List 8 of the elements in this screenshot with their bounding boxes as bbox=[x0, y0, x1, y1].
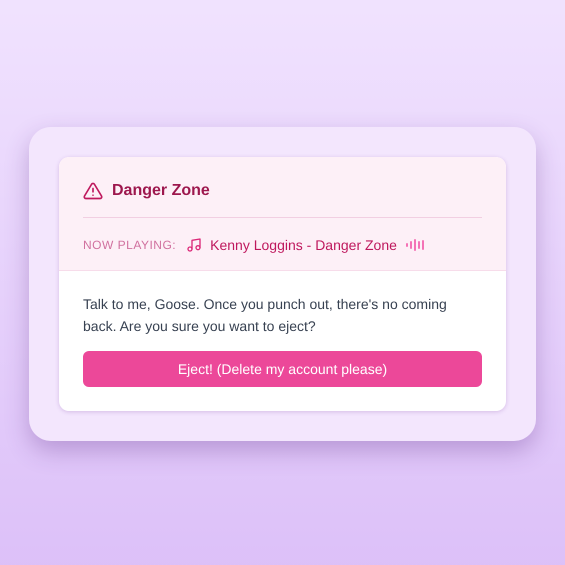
eject-button[interactable]: Eject! (Delete my account please) bbox=[83, 350, 482, 386]
sound-wave-icon bbox=[404, 238, 425, 252]
track-name: Kenny Loggins - Danger Zone bbox=[210, 236, 397, 252]
music-note-icon bbox=[186, 236, 202, 252]
dialog-message: Talk to me, Goose. Once you punch out, there's no coming back. Are you sure you want to eject? bbox=[83, 294, 448, 336]
dialog-title: Danger Zone bbox=[112, 182, 210, 200]
now-playing-label: NOW PLAYING: bbox=[83, 238, 176, 252]
warning-icon bbox=[83, 180, 103, 200]
